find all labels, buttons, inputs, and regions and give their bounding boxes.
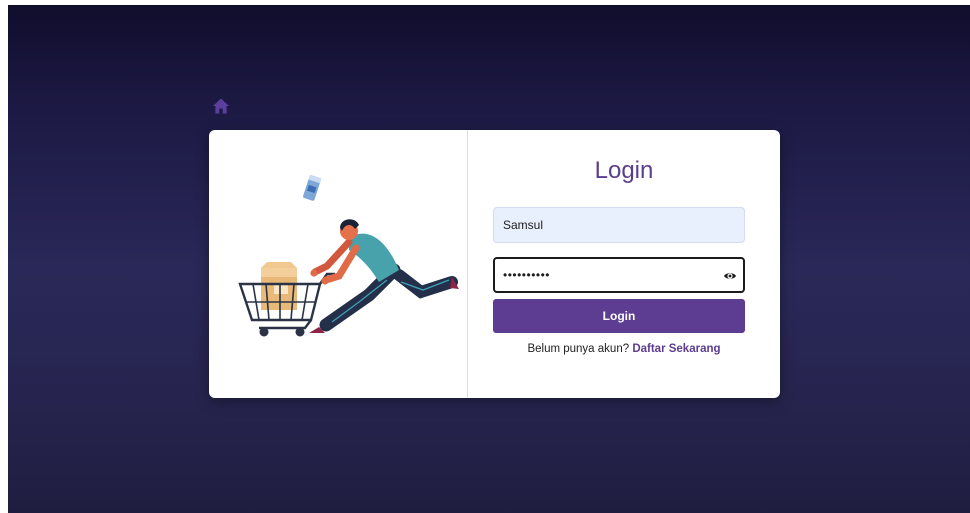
username-input[interactable] <box>493 207 745 243</box>
home-icon <box>213 98 229 114</box>
login-card: Login Login Belum punya akun? Daftar Sek… <box>209 130 780 398</box>
home-link[interactable] <box>212 97 230 115</box>
page-background: Login Login Belum punya akun? Daftar Sek… <box>8 5 970 513</box>
shopping-cart-illustration <box>238 174 459 337</box>
password-field <box>493 257 745 293</box>
login-title: Login <box>594 157 654 184</box>
register-prompt-line: Belum punya akun? Daftar Sekarang <box>468 343 780 355</box>
illustration-panel <box>209 130 468 398</box>
register-link[interactable]: Daftar Sekarang <box>632 343 720 355</box>
eye-icon <box>724 273 736 279</box>
login-form: Login Login Belum punya akun? Daftar Sek… <box>468 130 780 398</box>
show-password-toggle[interactable] <box>723 268 737 282</box>
register-prompt: Belum punya akun? <box>527 343 630 355</box>
login-button[interactable]: Login <box>493 299 745 333</box>
password-input[interactable] <box>495 259 715 291</box>
